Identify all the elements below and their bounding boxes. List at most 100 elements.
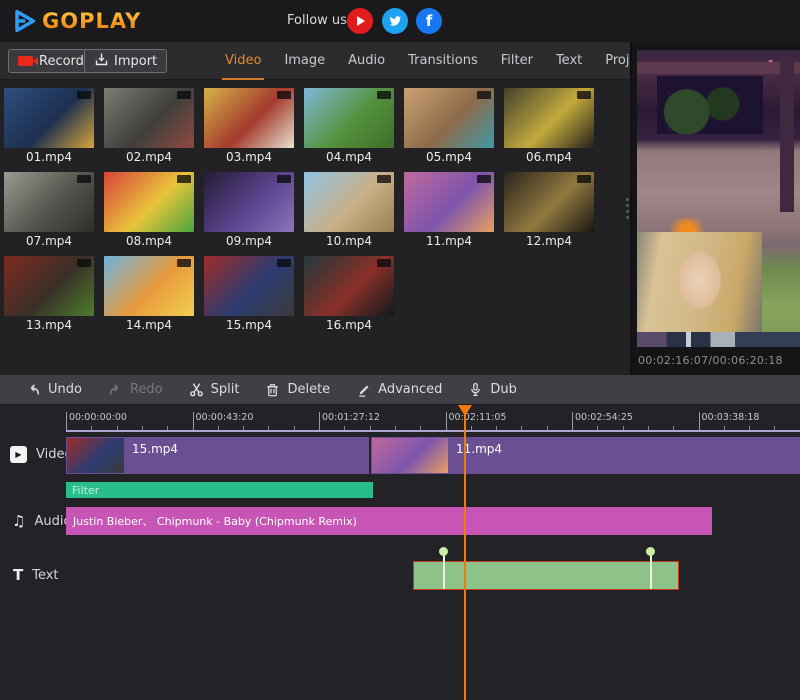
library-item-label: 07.mp4 — [4, 234, 94, 248]
camera-icon — [18, 56, 33, 66]
ruler-tick — [446, 412, 447, 431]
library-item-label: 06.mp4 — [504, 150, 594, 164]
video-thumbnail[interactable] — [4, 172, 94, 232]
preview-scene-window — [657, 76, 763, 134]
library-item[interactable]: 10.mp4 — [304, 172, 394, 248]
import-button[interactable]: Import — [84, 49, 167, 73]
header: GOPLAY Follow us: f — [0, 0, 800, 42]
library-item[interactable]: 15.mp4 — [204, 256, 294, 332]
video-thumbnail[interactable] — [4, 88, 94, 148]
twitter-icon[interactable] — [382, 8, 408, 34]
ruler-tick — [319, 412, 320, 431]
delete-button[interactable]: Delete — [265, 382, 330, 397]
library-item-label: 04.mp4 — [304, 150, 394, 164]
video-thumbnail[interactable] — [204, 88, 294, 148]
video-thumbnail[interactable] — [204, 256, 294, 316]
split-button[interactable]: Split — [189, 382, 240, 397]
playhead-line[interactable] — [464, 405, 466, 700]
tab-audio[interactable]: Audio — [345, 42, 388, 80]
library-item[interactable]: 02.mp4 — [104, 88, 194, 164]
library-item-label: 16.mp4 — [304, 318, 394, 332]
library-item[interactable]: 16.mp4 — [304, 256, 394, 332]
library-item[interactable]: 07.mp4 — [4, 172, 94, 248]
text-clip[interactable] — [413, 561, 679, 590]
trash-icon — [265, 382, 280, 397]
library-item[interactable]: 11.mp4 — [404, 172, 494, 248]
media-library: 01.mp4 02.mp403.mp4 04.mp4 05.mp4 06.mp4 07.m… — [0, 80, 630, 375]
record-button[interactable]: Record — [8, 49, 94, 73]
undo-button[interactable]: Undo — [26, 382, 82, 397]
undo-icon — [26, 382, 41, 397]
redo-button[interactable]: Redo — [108, 382, 163, 397]
keyframe-handle[interactable] — [439, 547, 448, 556]
library-item-label: 11.mp4 — [404, 234, 494, 248]
edit-toolbar: Undo Redo Split Delete Advanced Dub — [0, 375, 800, 405]
library-item[interactable]: 04.mp4 — [304, 88, 394, 164]
media-toolbar: Record Import Video Image Audio Transitions… — [0, 42, 630, 80]
video-track-label: ▶ Video — [10, 446, 72, 463]
ruler-label: 00:02:54:25 — [575, 412, 633, 423]
tab-text[interactable]: Text — [553, 42, 585, 80]
music-note-icon: ♫ — [12, 512, 25, 530]
dub-button[interactable]: Dub — [468, 382, 517, 397]
library-item[interactable]: 13.mp4 — [4, 256, 94, 332]
video-thumbnail[interactable] — [304, 88, 394, 148]
ruler-tick — [572, 412, 573, 431]
audio-clip[interactable]: Justin Bieber、 Chipmunk - Baby (Chipmunk… — [66, 507, 712, 535]
library-item-label: 05.mp4 — [404, 150, 494, 164]
video-thumbnail[interactable] — [404, 172, 494, 232]
library-item[interactable]: 03.mp4 — [204, 88, 294, 164]
video-clip-11[interactable]: 11.mp4 — [371, 437, 800, 474]
import-icon — [94, 52, 108, 70]
video-thumbnail[interactable] — [4, 256, 94, 316]
timeline: 00:00:00:0000:00:43:2000:01:27:1200:02:1… — [0, 405, 800, 700]
keyframe-handle[interactable] — [646, 547, 655, 556]
tool-label: Dub — [490, 382, 517, 397]
tool-label: Undo — [48, 382, 82, 397]
library-item[interactable]: 08.mp4 — [104, 172, 194, 248]
tab-filter[interactable]: Filter — [498, 42, 536, 80]
logo-text: GOPLAY — [42, 9, 141, 33]
filter-clip[interactable]: Filter — [66, 482, 373, 498]
library-item[interactable]: 01.mp4 — [4, 88, 94, 164]
video-thumbnail[interactable] — [104, 172, 194, 232]
tool-label: Advanced — [378, 382, 442, 397]
video-thumbnail[interactable] — [104, 256, 194, 316]
preview-player[interactable] — [637, 50, 800, 347]
audio-track-label: ♫ Audio — [12, 512, 71, 530]
facebook-icon[interactable]: f — [416, 8, 442, 34]
library-item-label: 08.mp4 — [104, 234, 194, 248]
webcam-overlay — [637, 232, 762, 332]
library-item[interactable]: 14.mp4 — [104, 256, 194, 332]
video-clip-15[interactable]: 15.mp4 — [66, 437, 369, 474]
video-thumbnail[interactable] — [504, 172, 594, 232]
pencil-icon — [356, 382, 371, 397]
video-thumbnail[interactable] — [404, 88, 494, 148]
advanced-button[interactable]: Advanced — [356, 382, 442, 397]
video-thumbnail[interactable] — [304, 256, 394, 316]
tab-image[interactable]: Image — [281, 42, 328, 80]
library-item-label: 01.mp4 — [4, 150, 94, 164]
ruler-label: 00:01:27:12 — [322, 412, 380, 423]
preview-panel: 00:02:16:07/00:06:20:18 — [632, 42, 800, 375]
ruler-label: 00:03:38:18 — [702, 412, 760, 423]
video-thumbnail[interactable] — [504, 88, 594, 148]
text-track-icon: T — [13, 566, 23, 584]
video-thumbnail[interactable] — [104, 88, 194, 148]
keyframe-stem — [443, 555, 445, 589]
library-item-label: 12.mp4 — [504, 234, 594, 248]
video-thumbnail[interactable] — [204, 172, 294, 232]
media-tabs: VideoImageAudioTransitionsFilterTextProj… — [222, 42, 653, 80]
library-item[interactable]: 06.mp4 — [504, 88, 594, 164]
app-logo: GOPLAY — [10, 7, 141, 35]
library-item[interactable]: 09.mp4 — [204, 172, 294, 248]
divider-handle[interactable] — [626, 198, 629, 219]
redo-icon — [108, 382, 123, 397]
tab-transitions[interactable]: Transitions — [405, 42, 481, 80]
youtube-icon[interactable] — [347, 8, 373, 34]
library-item-label: 13.mp4 — [4, 318, 94, 332]
library-item[interactable]: 12.mp4 — [504, 172, 594, 248]
video-thumbnail[interactable] — [304, 172, 394, 232]
library-item[interactable]: 05.mp4 — [404, 88, 494, 164]
tab-video[interactable]: Video — [222, 42, 264, 80]
